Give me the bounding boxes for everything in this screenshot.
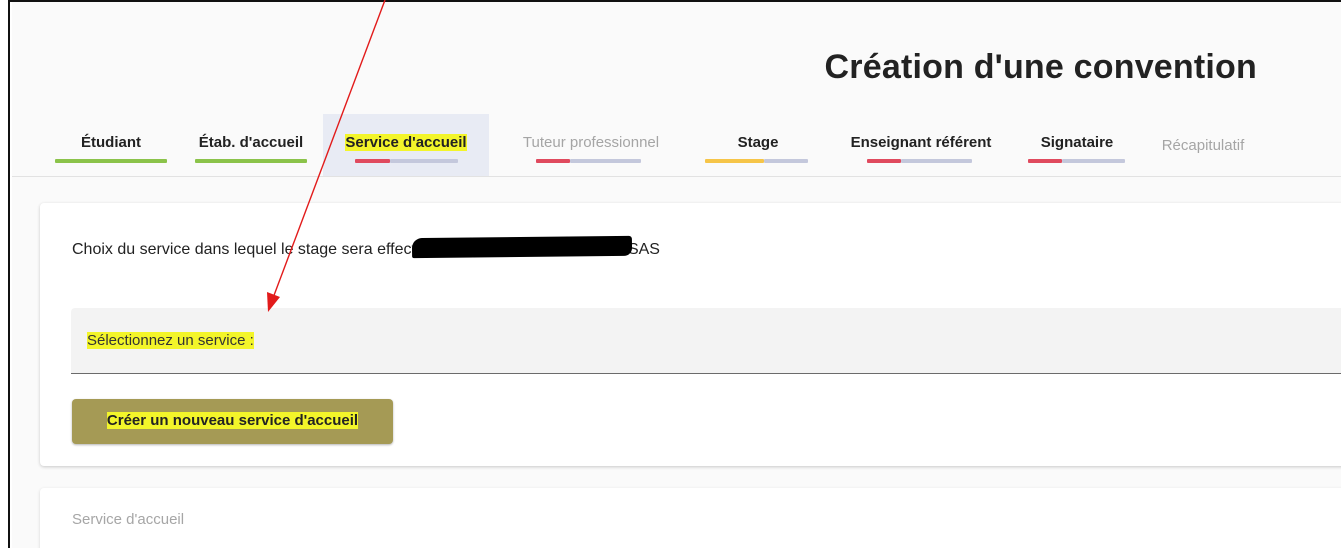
service-select-label-text: Sélectionnez un service : (87, 332, 254, 349)
tab-progress-bar (195, 159, 307, 163)
service-select[interactable]: Sélectionnez un service : (71, 308, 1341, 374)
tab-label: Stage (737, 134, 779, 151)
tab-enseignant-referent[interactable]: Enseignant référent (832, 114, 1010, 176)
tab-progress-track (764, 159, 808, 163)
service-select-label: Sélectionnez un service : (87, 332, 254, 349)
tab-etudiant[interactable]: Étudiant (42, 114, 180, 176)
tab-signataire[interactable]: Signataire (1025, 114, 1129, 176)
tab-progress-bar (536, 159, 570, 163)
page: Création d'une convention Étudiant Étab.… (12, 2, 1341, 548)
tab-progress-bar (867, 159, 901, 163)
redaction-mark (411, 235, 633, 259)
service-accueil-panel[interactable]: Service d'accueil (40, 488, 1341, 548)
service-accueil-panel-title: Service d'accueil (72, 511, 185, 528)
stepper-tabs: Étudiant Étab. d'accueil Service d'accue… (12, 114, 1341, 177)
tab-label: Tuteur professionnel (522, 134, 660, 151)
tab-label: Enseignant référent (850, 134, 992, 151)
tab-label: Récapitulatif (1161, 137, 1245, 154)
screenshot-frame: Création d'une convention Étudiant Étab.… (8, 0, 1341, 548)
tab-service-accueil[interactable]: Service d'accueil (323, 114, 489, 176)
page-title: Création d'une convention (824, 48, 1257, 86)
tab-recapitulatif[interactable]: Récapitulatif (1148, 114, 1258, 176)
tab-label: Signataire (1040, 134, 1114, 151)
tab-label: Service d'accueil (323, 134, 489, 151)
service-card: Choix du service dans lequel le stage se… (40, 203, 1341, 466)
tab-progress-track (570, 159, 641, 163)
tab-progress-bar (1028, 159, 1062, 163)
tab-tuteur-professionnel[interactable]: Tuteur professionnel (500, 114, 682, 176)
tab-label: Étab. d'accueil (198, 134, 304, 151)
create-service-button-text: Créer un nouveau service d'accueil (106, 412, 359, 429)
tab-progress-bar (55, 159, 167, 163)
tab-progress-track (1062, 159, 1125, 163)
tab-label-text: Service d'accueil (345, 134, 467, 151)
tab-progress-bar (355, 159, 390, 163)
tab-progress-track (390, 159, 458, 163)
tab-etab-accueil[interactable]: Étab. d'accueil (182, 114, 320, 176)
tab-progress-bar (705, 159, 764, 163)
tab-label: Étudiant (81, 134, 141, 151)
tab-stage[interactable]: Stage (702, 114, 814, 176)
create-service-button-label: Créer un nouveau service d'accueil (72, 412, 393, 429)
create-service-button[interactable]: Créer un nouveau service d'accueil (72, 399, 393, 444)
tab-progress-track (901, 159, 972, 163)
